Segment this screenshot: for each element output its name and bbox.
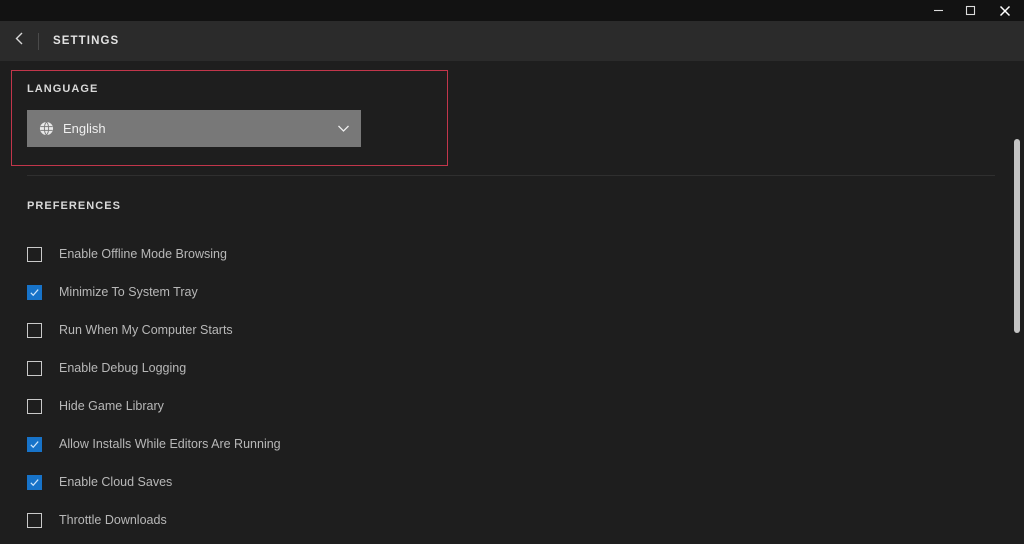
checkbox-unchecked-icon[interactable]	[27, 322, 42, 338]
maximize-icon	[965, 5, 976, 16]
checkbox-unchecked-icon[interactable]	[27, 512, 42, 528]
preference-label: Run When My Computer Starts	[59, 323, 233, 337]
preferences-section: PREFERENCES Enable Offline Mode Browsing…	[27, 200, 977, 544]
chevron-left-icon	[13, 31, 26, 51]
back-button[interactable]	[0, 21, 38, 61]
settings-content: LANGUAGE English PREFERENCES Enable Offl…	[0, 61, 1024, 544]
titlebar	[0, 0, 1024, 21]
checkbox-checked-icon[interactable]	[27, 284, 42, 300]
preferences-list: Enable Offline Mode Browsing Minimize To …	[27, 235, 977, 544]
preference-label: Hide Game Library	[59, 399, 164, 413]
language-dropdown[interactable]: English	[27, 110, 361, 147]
preference-label: Enable Debug Logging	[59, 361, 187, 375]
checkbox-unchecked-icon[interactable]	[27, 360, 42, 376]
globe-icon	[39, 121, 54, 136]
preference-row[interactable]: Throttle Downloads	[27, 501, 977, 539]
section-divider	[27, 175, 995, 176]
page-header: SETTINGS	[0, 21, 1024, 61]
checkbox-unchecked-icon[interactable]	[27, 398, 42, 414]
checkbox-unchecked-icon[interactable]	[27, 246, 42, 262]
preference-label: Enable Offline Mode Browsing	[59, 247, 227, 261]
header-divider	[38, 32, 39, 50]
preferences-section-label: PREFERENCES	[27, 200, 122, 212]
scrollbar-track[interactable]	[1010, 61, 1024, 544]
preference-row[interactable]: Run When My Computer Starts	[27, 311, 977, 349]
close-button[interactable]	[986, 0, 1024, 21]
preference-label: Minimize To System Tray	[59, 285, 198, 299]
language-section: LANGUAGE English	[27, 83, 427, 147]
language-dropdown-value: English	[63, 121, 106, 136]
preference-label: Throttle Downloads	[59, 513, 167, 527]
chevron-down-icon	[337, 124, 350, 133]
settings-window: SETTINGS LANGUAGE English PREFERENCES En…	[0, 0, 1024, 544]
maximize-button[interactable]	[954, 0, 986, 21]
page-title: SETTINGS	[53, 35, 120, 47]
minimize-button[interactable]	[922, 0, 954, 21]
minimize-icon	[933, 5, 944, 16]
preference-label: Allow Installs While Editors Are Running	[59, 437, 281, 451]
checkbox-checked-icon[interactable]	[27, 436, 42, 452]
scrollbar-thumb[interactable]	[1014, 139, 1020, 333]
preference-row[interactable]: Minimize To System Tray	[27, 273, 977, 311]
close-icon	[999, 5, 1011, 17]
language-section-label: LANGUAGE	[27, 83, 99, 95]
preference-row[interactable]: Allow Installs While Editors Are Running	[27, 425, 977, 463]
preference-row[interactable]: Enable Offline Mode Browsing	[27, 235, 977, 273]
checkbox-checked-icon[interactable]	[27, 474, 42, 490]
preference-label: Enable Cloud Saves	[59, 475, 173, 489]
preference-row[interactable]: Enable Debug Logging	[27, 349, 977, 387]
preference-row[interactable]: Enable Cloud Saves	[27, 463, 977, 501]
preference-row[interactable]: Hide Game Library	[27, 387, 977, 425]
preference-row[interactable]	[27, 539, 977, 544]
